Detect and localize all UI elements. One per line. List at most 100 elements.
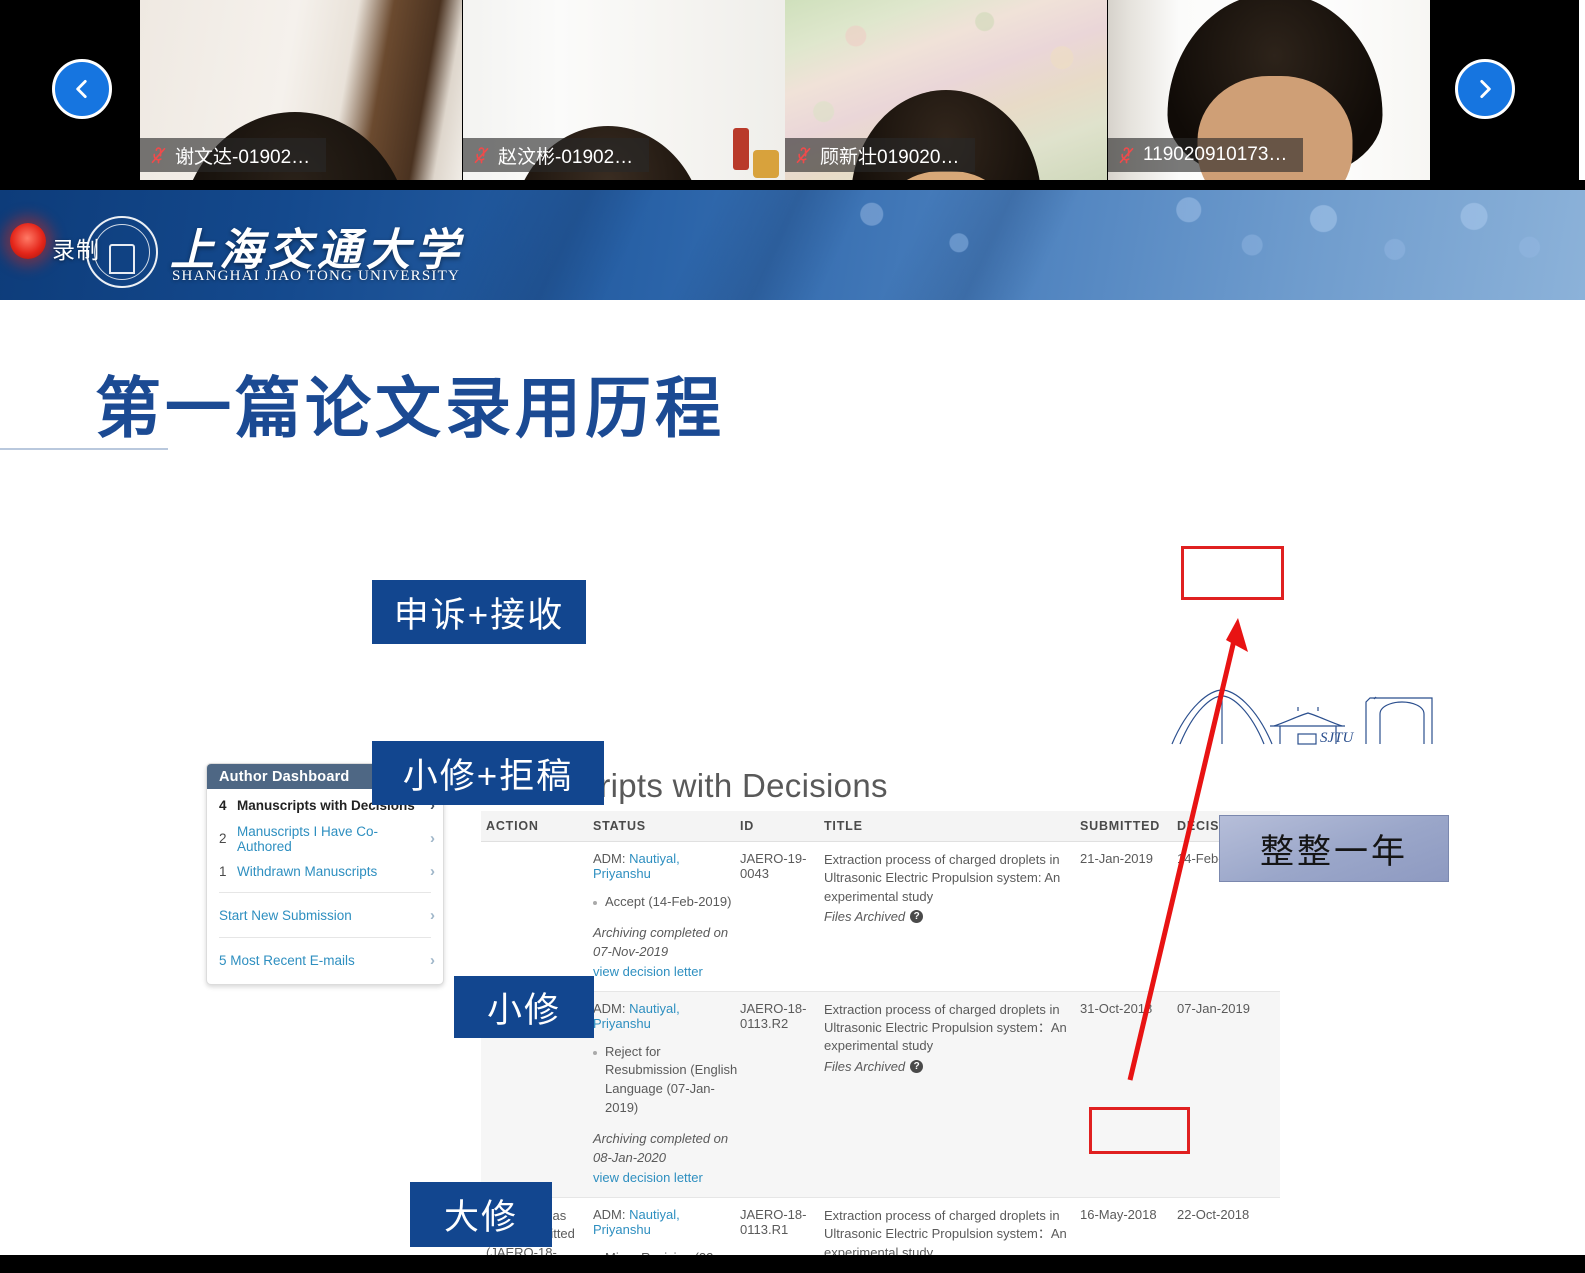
cell-status: ADM: Nautiyal, Priyanshu Minor Revision … (593, 1207, 740, 1255)
cell-title: Extraction process of charged droplets i… (824, 1207, 1080, 1255)
bottom-black-bar (0, 1255, 1585, 1273)
sjtu-skyline-icon: SJTU (1171, 689, 1433, 746)
column-header-status: STATUS (593, 819, 646, 833)
highlight-box-decisioned-2019 (1181, 546, 1284, 600)
manuscript-title: Extraction process of charged droplets i… (824, 852, 1061, 904)
recording-indicator-icon (10, 223, 46, 259)
column-header-title: TITLE (824, 819, 863, 833)
mic-muted-icon (795, 145, 812, 166)
cell-id: JAERO-19-0043 (740, 851, 807, 881)
column-header-id: ID (740, 819, 755, 833)
status-bullet: Reject for Resubmission (English Languag… (593, 1043, 740, 1118)
manuscript-title: Extraction process of charged droplets i… (824, 1001, 1067, 1054)
files-archived-text: Files Archived (824, 909, 906, 925)
sidebar-item-withdrawn[interactable]: 1 Withdrawn Manuscripts › (207, 855, 443, 888)
adm-prefix: ADM: (593, 1206, 626, 1222)
annotation-appeal-accept: 申诉+接收 (372, 580, 586, 644)
next-participants-button[interactable] (1455, 59, 1515, 119)
participant-name-text: 119020910173… (1143, 144, 1288, 165)
cell-status: ADM: Nautiyal, Priyanshu Reject for Resu… (593, 1001, 740, 1185)
chevron-right-icon: › (430, 906, 435, 924)
participant-name-label: 赵汶彬-01902… (463, 138, 650, 172)
presentation-slide: 第一篇论文录用历程 SJTU Author Dashboard 4 Manusc… (0, 300, 1585, 1255)
table-row[interactable]: ADM: Nautiyal, Priyanshu Reject for Resu… (481, 991, 1280, 1198)
bullet-text: Accept (14-Feb-2019) (605, 894, 732, 909)
strip-right-edge (1579, 0, 1585, 180)
bullet-text: Reject for Resubmission (English Languag… (605, 1043, 738, 1116)
participant-name-text: 谢文达-01902… (175, 146, 311, 168)
participant-tile[interactable]: 顾新壮019020… (785, 0, 1107, 180)
highlight-box-submitted-2018 (1089, 1107, 1190, 1154)
manuscripts-table: ACTION STATUS ID TITLE SUBMITTED DECISIO… (481, 811, 1280, 1255)
cell-decisioned: 07-Jan-2019 (1177, 1000, 1250, 1016)
files-archived-note: Files Archived ? (824, 1059, 1080, 1074)
cell-id: JAERO-18-0113.R1 (740, 1206, 807, 1237)
chevron-right-icon: › (430, 951, 435, 969)
chevron-right-icon: › (430, 863, 435, 880)
divider (219, 937, 431, 938)
chevron-left-icon (76, 80, 87, 98)
sidebar-item-start-new-submission[interactable]: Start New Submission › (207, 897, 443, 933)
sidebar-item-co-authored[interactable]: 2 Manuscripts I Have Co-Authored › (207, 822, 443, 855)
status-admin: ADM: Nautiyal, Priyanshu (593, 1207, 740, 1237)
participant-name-label: 谢文达-01902… (140, 138, 327, 172)
cell-submitted: 21-Jan-2019 (1080, 851, 1153, 866)
view-decision-letter-link[interactable]: view decision letter (593, 964, 740, 979)
university-name-en: SHANGHAI JIAO TONG UNIVERSITY (172, 268, 460, 284)
participant-tile[interactable]: 谢文达-01902… (140, 0, 462, 180)
item-count: 4 (219, 798, 227, 813)
help-icon[interactable]: ? (910, 1059, 924, 1073)
participant-tile[interactable]: 赵汶彬-01902… (463, 0, 785, 180)
divider (219, 892, 431, 893)
bullet-dot-icon (593, 901, 597, 905)
sjtu-banner: 录制 上海交通大学 SHANGHAI JIAO TONG UNIVERSITY (0, 190, 1585, 300)
chevron-right-icon: › (430, 830, 435, 847)
status-bullet: Accept (14-Feb-2019) (593, 893, 740, 912)
video-participant-strip: 谢文达-01902… 赵汶彬-01902… 顾新壮019020… 1190209… (0, 0, 1585, 180)
status-admin: ADM: Nautiyal, Priyanshu (593, 1001, 740, 1031)
cell-id: JAERO-18-0113.R2 (740, 1000, 807, 1031)
view-decision-letter-link[interactable]: view decision letter (593, 1170, 740, 1185)
prev-participants-button[interactable] (52, 59, 112, 119)
files-archived-note: Files Archived ? (824, 909, 1080, 924)
participant-tile[interactable]: 119020910173… (1108, 0, 1430, 180)
item-label: Manuscripts I Have Co-Authored (237, 823, 379, 854)
annotation-minor-revision: 小修 (454, 976, 594, 1038)
item-label: Withdrawn Manuscripts (237, 864, 378, 879)
cell-submitted: 31-Oct-2018 (1080, 1000, 1153, 1016)
item-count: 1 (219, 864, 227, 879)
participant-name-label: 顾新壮019020… (785, 138, 976, 172)
participant-name-text: 顾新壮019020… (820, 146, 960, 168)
column-header-action: ACTION (486, 819, 539, 833)
item-label: Start New Submission (219, 907, 352, 923)
annotation-major-revision: 大修 (410, 1182, 552, 1247)
table-row[interactable]: ADM: Nautiyal, Priyanshu Accept (14-Feb-… (481, 842, 1280, 992)
item-label: 5 Most Recent E-mails (219, 952, 355, 968)
item-count: 2 (219, 831, 227, 846)
participant-name-text: 赵汶彬-01902… (498, 146, 634, 168)
table-header-row: ACTION STATUS ID TITLE SUBMITTED DECISIO… (481, 811, 1280, 842)
chevron-right-icon (1480, 80, 1491, 98)
annotation-one-full-year: 整整一年 (1219, 815, 1449, 882)
archiving-note: Archiving completed on 07-Nov-2019 (593, 924, 729, 959)
mic-muted-icon (1118, 145, 1135, 166)
table-row[interactable]: a revision has been submitted (JAERO-18-… (481, 1198, 1280, 1255)
page-title: 第一篇论文录用历程 (95, 373, 725, 446)
mic-muted-icon (150, 145, 167, 166)
help-icon[interactable]: ? (910, 910, 924, 924)
sidebar-item-recent-emails[interactable]: 5 Most Recent E-mails › (207, 942, 443, 978)
archiving-note: Archiving completed on 08-Jan-2020 (593, 1130, 729, 1165)
annotation-minor-reject: 小修+拒稿 (372, 741, 604, 805)
bullet-dot-icon (593, 1050, 597, 1055)
status-admin: ADM: Nautiyal, Priyanshu (593, 851, 740, 881)
adm-prefix: ADM: (593, 851, 626, 866)
participant-name-label: 119020910173… (1108, 138, 1304, 172)
title-underline (0, 448, 168, 450)
screen-root: 谢文达-01902… 赵汶彬-01902… 顾新壮019020… 1190209… (0, 0, 1585, 1273)
manuscript-title: Extraction process of charged droplets i… (824, 1207, 1067, 1255)
column-header-submitted: SUBMITTED (1080, 819, 1161, 833)
mic-muted-icon (473, 145, 490, 166)
cell-action (481, 851, 593, 979)
cell-title: Extraction process of charged droplets i… (824, 851, 1080, 979)
files-archived-text: Files Archived (824, 1058, 906, 1074)
